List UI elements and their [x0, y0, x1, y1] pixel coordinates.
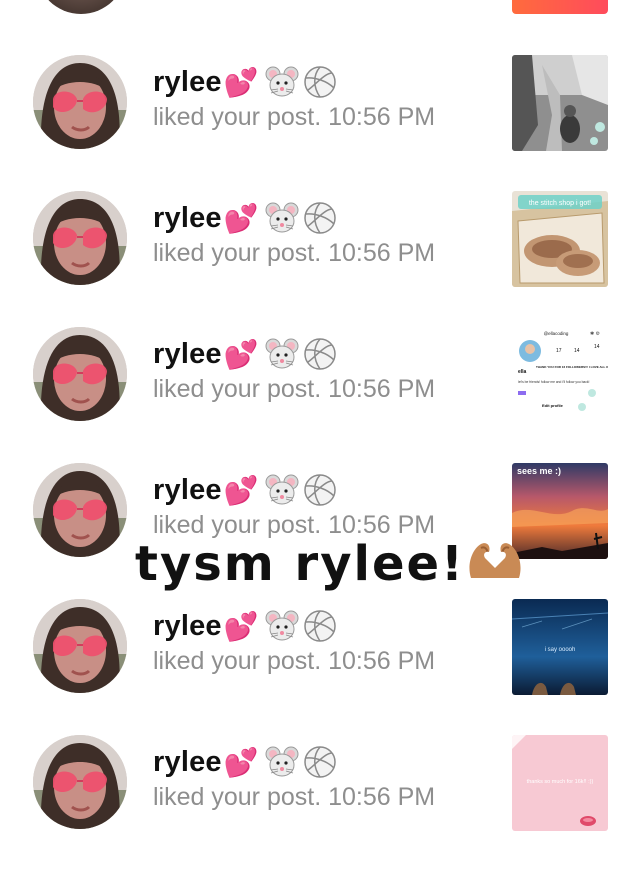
two-hearts-icon: 💕 — [223, 337, 259, 371]
avatar[interactable] — [33, 327, 127, 421]
timestamp: 10:56 PM — [328, 375, 436, 403]
avatar[interactable] — [33, 463, 127, 557]
post-thumbnail[interactable]: the stitch shop i got! — [512, 191, 608, 287]
two-hearts-icon: 💕 — [223, 65, 259, 99]
name-line: rylee 💕 — [153, 63, 493, 101]
overlay-text: tysm rylee! — [135, 536, 465, 592]
two-hearts-icon: 💕 — [223, 201, 259, 235]
post-thumbnail[interactable]: thanks so much for 16k!! :)) — [512, 735, 608, 831]
timestamp: 10:56 PM — [328, 511, 436, 539]
volleyball-icon — [303, 202, 336, 234]
notification-text: rylee 💕 liked your post. 10:56 PM — [153, 63, 493, 132]
post-thumbnail[interactable]: i say ooooh — [512, 599, 608, 695]
username[interactable]: rylee — [153, 610, 222, 643]
timestamp: 10:56 PM — [328, 103, 436, 131]
volleyball-icon — [303, 66, 336, 98]
two-hearts-icon: 💕 — [223, 745, 259, 779]
svg-text:the stitch shop i got!: the stitch shop i got! — [529, 200, 591, 207]
notification-row-partial[interactable] — [0, 0, 640, 16]
timestamp: 10:56 PM — [328, 783, 436, 811]
username[interactable]: rylee — [153, 474, 222, 507]
notification-text: rylee 💕 liked your post. 10:56 PM — [153, 471, 493, 540]
svg-text:Edit profile: Edit profile — [542, 403, 564, 408]
two-hearts-icon: 💕 — [223, 473, 259, 507]
svg-text:ella: ella — [518, 369, 527, 375]
activity-text: liked your post. — [153, 239, 322, 267]
username[interactable]: rylee — [153, 202, 222, 235]
mouse-icon — [265, 338, 299, 369]
mouse-icon — [265, 202, 299, 233]
username[interactable]: rylee — [153, 746, 222, 779]
volleyball-icon — [303, 746, 336, 778]
heart-hands-icon — [469, 543, 521, 578]
mouse-icon — [265, 66, 299, 97]
notification-row[interactable]: rylee 💕 liked your post. 10:56 PM the sti… — [0, 191, 640, 327]
name-line: rylee 💕 — [153, 471, 493, 509]
username[interactable]: rylee — [153, 338, 222, 371]
name-line: rylee 💕 — [153, 743, 493, 781]
svg-text:14: 14 — [574, 348, 580, 354]
avatar[interactable] — [33, 55, 127, 149]
notification-row[interactable]: rylee 💕 liked your post. 10:56 PM @ellaco… — [0, 327, 640, 463]
svg-text:14: 14 — [594, 344, 600, 350]
notification-row[interactable]: rylee 💕 liked your post. 10:56 PM thanks … — [0, 735, 640, 871]
mouse-icon — [265, 610, 299, 641]
post-thumbnail[interactable] — [512, 55, 608, 151]
svg-text:let's be friends! follow me an: let's be friends! follow me and i'll fol… — [518, 380, 590, 384]
volleyball-icon — [303, 610, 336, 642]
name-line: rylee 💕 — [153, 335, 493, 373]
notification-row[interactable]: rylee 💕 liked your post. 10:56 PM — [0, 55, 640, 191]
post-thumbnail[interactable]: @ellacoding ✱ ⚙ 17 14 14 ella THANK YOU … — [512, 327, 608, 423]
timestamp: 10:56 PM — [328, 239, 436, 267]
username[interactable]: rylee — [153, 66, 222, 99]
svg-text:thanks so much for 16k!! :)): thanks so much for 16k!! :)) — [527, 779, 594, 785]
svg-text:✱ ⚙: ✱ ⚙ — [590, 331, 601, 337]
svg-text:17: 17 — [556, 348, 562, 354]
svg-text:sees me :): sees me :) — [517, 466, 561, 476]
svg-text:@ellacoding: @ellacoding — [544, 331, 569, 336]
timestamp: 10:56 PM — [328, 647, 436, 675]
activity-text: liked your post. — [153, 103, 322, 131]
notification-text: rylee 💕 liked your post. 10:56 PM — [153, 607, 493, 676]
name-line: rylee 💕 — [153, 199, 493, 237]
volleyball-icon — [303, 338, 336, 370]
avatar[interactable] — [33, 599, 127, 693]
name-line: rylee 💕 — [153, 607, 493, 645]
notification-text: rylee 💕 liked your post. 10:56 PM — [153, 199, 493, 268]
activity-text: liked your post. — [153, 783, 322, 811]
activity-line: liked your post. 10:56 PM — [153, 239, 493, 268]
notification-row[interactable]: rylee 💕 liked your post. 10:56 PM i say o… — [0, 599, 640, 735]
activity-line: liked your post. 10:56 PM — [153, 647, 493, 676]
svg-text:THANK YOU FOR 16 FOLLOWERS!!!: THANK YOU FOR 16 FOLLOWERS!!! I LOVE ALL… — [536, 365, 608, 369]
activity-line: liked your post. 10:56 PM — [153, 783, 493, 812]
volleyball-icon — [303, 474, 336, 506]
overlay-caption: tysm rylee! — [135, 536, 525, 600]
activity-text: liked your post. — [153, 375, 322, 403]
avatar[interactable] — [33, 191, 127, 285]
mouse-icon — [265, 746, 299, 777]
notification-text: rylee 💕 liked your post. 10:56 PM — [153, 335, 493, 404]
mouse-icon — [265, 474, 299, 505]
svg-text:i say ooooh: i say ooooh — [545, 647, 576, 653]
avatar[interactable] — [33, 735, 127, 829]
activity-text: liked your post. — [153, 511, 322, 539]
activity-line: liked your post. 10:56 PM — [153, 103, 493, 132]
notification-text: rylee 💕 liked your post. 10:56 PM — [153, 743, 493, 812]
activity-line: liked your post. 10:56 PM — [153, 375, 493, 404]
post-thumbnail[interactable]: sees me :) — [512, 463, 608, 559]
post-thumbnail[interactable] — [512, 0, 608, 14]
two-hearts-icon: 💕 — [223, 609, 259, 643]
avatar[interactable] — [36, 0, 126, 14]
activity-text: liked your post. — [153, 647, 322, 675]
